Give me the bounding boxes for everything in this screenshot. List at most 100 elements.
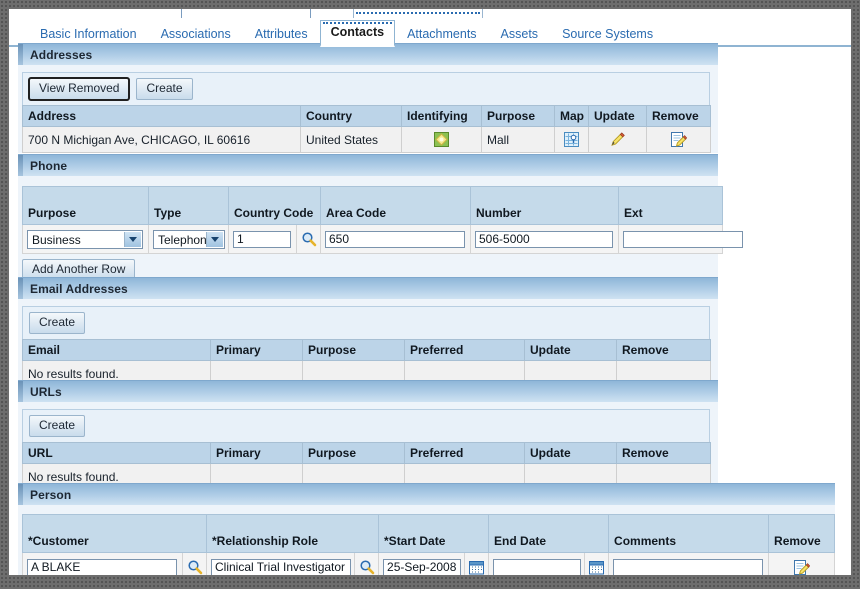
- addresses-section: Addresses View Removed Create Address Co…: [18, 43, 718, 153]
- col-url-remove: Remove: [616, 442, 711, 464]
- cell-remove: [646, 126, 711, 153]
- phone-section: Phone Purpose Type Country Code Area Cod…: [18, 154, 743, 281]
- urls-create-button[interactable]: Create: [29, 415, 86, 437]
- col-url-update: Update: [524, 442, 617, 464]
- cell-end-date-picker: [584, 552, 610, 575]
- col-update: Update: [588, 105, 647, 127]
- urls-section-header: URLs: [18, 380, 718, 402]
- search-icon[interactable]: [359, 559, 375, 575]
- view-removed-button[interactable]: View Removed: [27, 77, 131, 101]
- cell-purpose: Mall: [481, 126, 555, 153]
- pencil-icon[interactable]: [609, 131, 626, 148]
- col-person-remove: Remove: [768, 514, 836, 553]
- col-identifying: Identifying: [401, 105, 482, 127]
- calendar-icon[interactable]: [469, 560, 485, 575]
- email-create-button[interactable]: Create: [29, 312, 86, 334]
- phone-type-select[interactable]: Telephone: [153, 229, 225, 249]
- person-table: *Customer *Relationship Role *Start Date…: [22, 514, 836, 576]
- col-email-remove: Remove: [616, 339, 711, 361]
- email-header-row: Email Primary Purpose Preferred Update R…: [22, 339, 711, 361]
- cell-end-date: [488, 552, 586, 575]
- email-section-header: Email Addresses: [18, 277, 718, 299]
- col-number: Number: [470, 186, 619, 225]
- cell-identifying: [401, 126, 482, 153]
- addresses-create-button[interactable]: Create: [136, 78, 193, 100]
- comments-input[interactable]: [613, 558, 764, 575]
- cell-start-date-picker: [464, 552, 490, 575]
- col-remove: Remove: [646, 105, 711, 127]
- person-body: *Customer *Relationship Role *Start Date…: [18, 505, 836, 576]
- email-body: Create Email Primary Purpose Preferred U…: [18, 299, 718, 387]
- col-phone-purpose: Purpose: [22, 186, 149, 225]
- col-area-code: Area Code: [320, 186, 471, 225]
- urls-section: URLs Create URL Primary Purpose Preferre…: [18, 380, 718, 490]
- phone-input-row: Business Telephone: [22, 224, 743, 254]
- cell-address: 700 N Michigan Ave, CHICAGO, IL 60616: [22, 126, 301, 153]
- country-code-input[interactable]: [233, 230, 291, 248]
- col-end-date: End Date: [488, 514, 610, 553]
- phone-title: Phone: [30, 158, 68, 173]
- cell-ext: [618, 224, 743, 254]
- col-url-primary: Primary: [210, 442, 303, 464]
- col-email-purpose: Purpose: [302, 339, 405, 361]
- col-map: Map: [554, 105, 589, 127]
- search-icon[interactable]: [301, 231, 317, 247]
- email-section: Email Addresses Create Email Primary Pur…: [18, 277, 718, 387]
- col-start-date: *Start Date: [378, 514, 490, 553]
- table-row: 700 N Michigan Ave, CHICAGO, IL 60616 Un…: [22, 126, 711, 153]
- customer-input[interactable]: [27, 558, 177, 575]
- col-email: Email: [22, 339, 211, 361]
- urls-body: Create URL Primary Purpose Preferred Upd…: [18, 402, 718, 490]
- relationship-role-input[interactable]: [211, 558, 351, 575]
- col-purpose: Purpose: [481, 105, 555, 127]
- upper-tab-stub-left[interactable]: [181, 9, 311, 18]
- person-title: Person: [30, 487, 72, 502]
- col-url-purpose: Purpose: [302, 442, 405, 464]
- ext-input[interactable]: [623, 230, 743, 248]
- chevron-down-icon: [206, 231, 223, 247]
- col-country: Country: [300, 105, 402, 127]
- start-date-input[interactable]: [383, 558, 462, 575]
- cell-relationship-role: [206, 552, 355, 575]
- col-url: URL: [22, 442, 211, 464]
- email-button-bar: Create: [22, 306, 710, 339]
- note-pencil-icon[interactable]: [793, 559, 811, 576]
- cell-customer-lookup: [182, 552, 207, 575]
- cell-number: [470, 224, 619, 254]
- cell-person-remove: [768, 552, 836, 576]
- cell-country: United States: [300, 126, 402, 153]
- col-email-primary: Primary: [210, 339, 303, 361]
- phone-number-input[interactable]: [475, 230, 613, 248]
- col-ext: Ext: [618, 186, 723, 225]
- phone-body: Purpose Type Country Code Area Code Numb…: [18, 176, 743, 281]
- urls-title: URLs: [30, 384, 62, 399]
- cell-role-lookup: [353, 552, 380, 575]
- note-pencil-icon[interactable]: [670, 131, 687, 148]
- search-icon[interactable]: [187, 559, 203, 575]
- upper-tab-row-clipped: [9, 9, 851, 18]
- cell-customer: [22, 552, 183, 575]
- map-icon[interactable]: [564, 132, 579, 148]
- phone-header-row: Purpose Type Country Code Area Code Numb…: [22, 186, 723, 225]
- col-relationship-role: *Relationship Role: [205, 514, 380, 553]
- col-country-code: Country Code: [228, 186, 321, 225]
- cell-phone-type: Telephone: [148, 224, 229, 254]
- cell-comments: [608, 552, 770, 575]
- page-container: Basic Information Associations Attribute…: [9, 9, 851, 575]
- cell-area-code: [320, 224, 471, 254]
- calendar-icon[interactable]: [589, 560, 605, 575]
- cell-country-code-lookup: [296, 224, 321, 254]
- addresses-header-row: Address Country Identifying Purpose Map …: [22, 105, 711, 127]
- green-diamond-icon: [434, 132, 449, 148]
- end-date-input[interactable]: [493, 558, 582, 575]
- area-code-input[interactable]: [325, 230, 465, 248]
- addresses-button-bar: View Removed Create: [22, 72, 710, 105]
- col-comments: Comments: [608, 514, 770, 553]
- person-header-row: *Customer *Relationship Role *Start Date…: [22, 514, 836, 553]
- upper-tab-stub-active[interactable]: [353, 9, 483, 18]
- cell-start-date: [378, 552, 466, 575]
- tab-contacts[interactable]: Contacts: [319, 20, 396, 47]
- col-phone-type: Type: [148, 186, 229, 225]
- phone-purpose-select[interactable]: Business: [27, 229, 143, 249]
- cell-country-code: [228, 224, 297, 254]
